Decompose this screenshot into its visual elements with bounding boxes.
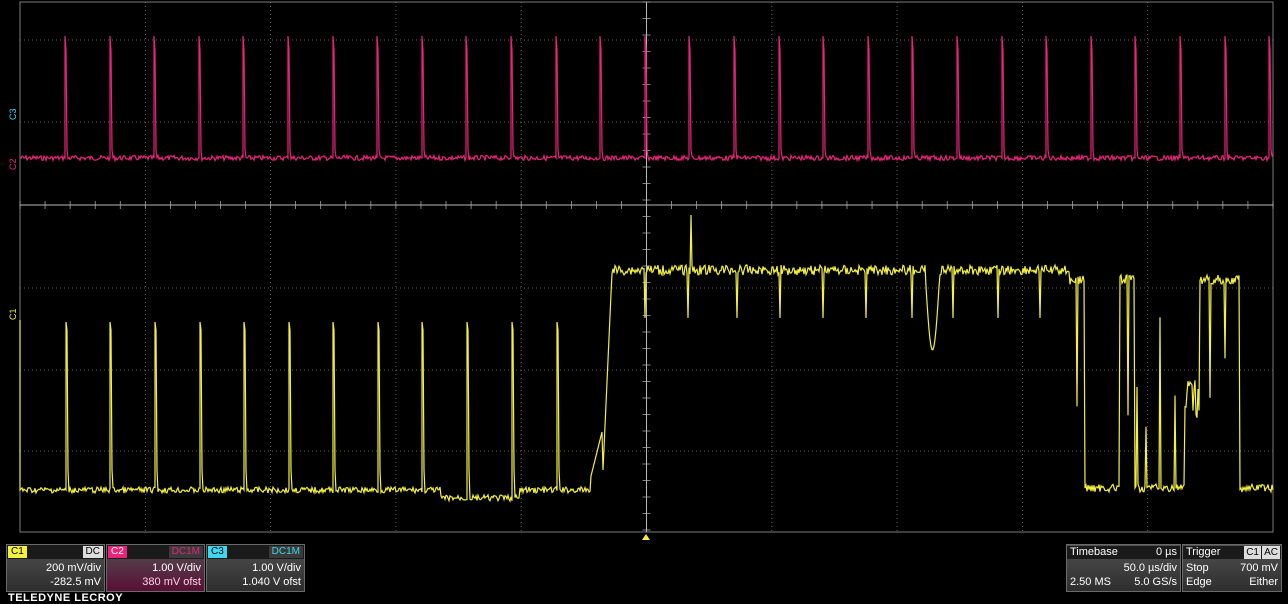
trigger-level: 700 mV xyxy=(1240,562,1278,574)
c2-offset-marker[interactable]: C2 xyxy=(8,158,21,179)
trigger-position-marker[interactable] xyxy=(642,534,650,540)
timebase-delay: 0 µs xyxy=(1155,546,1177,558)
c1-tag: C1 xyxy=(8,546,27,558)
timebase-samples: 2.50 MS xyxy=(1070,576,1111,588)
timebase-sample-rate: 5.0 GS/s xyxy=(1134,576,1177,588)
c2-descriptor[interactable]: C2 DC1M 1.00 V/div 380 mV ofst xyxy=(106,544,205,592)
trigger-mode: Stop xyxy=(1186,562,1209,574)
c2-marker-label: C2 xyxy=(8,158,18,170)
c2-waveform xyxy=(19,35,1274,163)
trigger-type: Edge xyxy=(1186,576,1212,588)
trigger-coupling: AC xyxy=(1262,546,1280,559)
c1-offset: -282.5 mV xyxy=(50,576,101,588)
trigger-label: Trigger xyxy=(1186,546,1221,558)
c2-coupling: DC1M xyxy=(168,546,203,558)
c3-descriptor[interactable]: C3 DC1M 1.00 V/div 1.040 V ofst xyxy=(206,544,305,592)
c3-marker-label: C3 xyxy=(8,108,18,120)
c1-descriptor[interactable]: C1 DC 200 mV/div -282.5 mV xyxy=(6,544,105,592)
c1-marker-label: C1 xyxy=(8,308,18,320)
c1-coupling: DC xyxy=(82,546,103,558)
timebase-per-div: 50.0 µs/div xyxy=(1123,562,1177,574)
c2-offset: 380 mV ofst xyxy=(142,576,201,588)
c3-coupling: DC1M xyxy=(268,546,303,558)
trigger-source: C1 xyxy=(1244,546,1261,559)
c3-tag: C3 xyxy=(208,546,227,558)
status-bar: C1 DC 200 mV/div -282.5 mV C2 DC1M 1.00 … xyxy=(0,542,1288,604)
c2-scale: 1.00 V/div xyxy=(152,562,201,574)
c3-scale: 1.00 V/div xyxy=(252,562,301,574)
c1-offset-marker[interactable]: C1 xyxy=(8,308,21,329)
c2-tag: C2 xyxy=(108,546,127,558)
trigger-descriptor[interactable]: Trigger C1 AC Stop 700 mV Edge Either xyxy=(1182,544,1282,592)
c1-scale: 200 mV/div xyxy=(45,562,101,574)
c3-offset: 1.040 V ofst xyxy=(242,576,301,588)
waveform-display[interactable] xyxy=(0,0,1288,540)
timebase-descriptor[interactable]: Timebase 0 µs 50.0 µs/div 2.50 MS 5.0 GS… xyxy=(1066,544,1181,592)
trigger-slope: Either xyxy=(1249,576,1278,588)
brand-logo: TELEDYNE LECROY xyxy=(8,592,124,604)
c3-offset-marker[interactable]: C3 xyxy=(8,108,21,129)
timebase-label: Timebase xyxy=(1070,546,1118,558)
